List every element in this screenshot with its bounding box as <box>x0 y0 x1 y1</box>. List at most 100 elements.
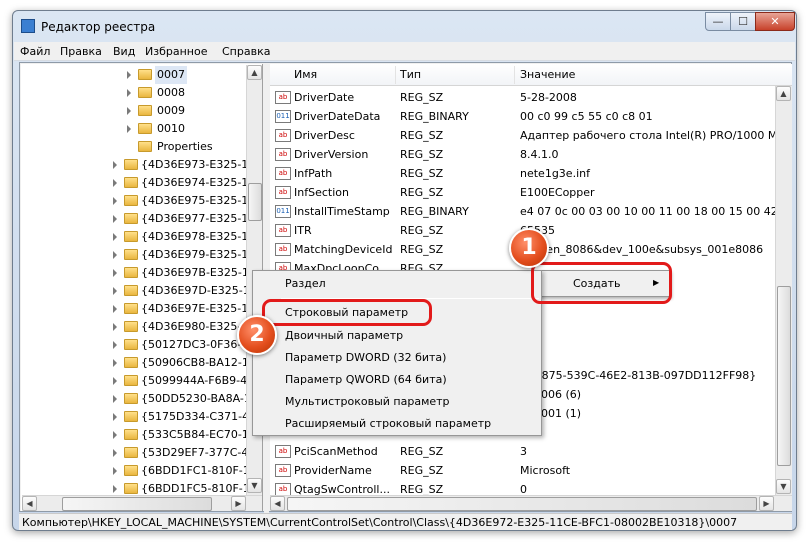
tree-item-class-key[interactable]: {4D36E979-E325-11C <box>21 246 262 264</box>
tree-item-0007[interactable]: 0007 <box>21 66 246 84</box>
list-horizontal-scrollbar[interactable]: ◀ ▶ <box>270 495 792 511</box>
scroll-right-icon[interactable]: ▶ <box>759 496 774 511</box>
tree-item-0010[interactable]: 0010 <box>21 120 246 138</box>
folder-icon <box>124 465 138 476</box>
list-vertical-scrollbar[interactable]: ▲ ▼ <box>775 86 792 496</box>
tree-item-class-key[interactable]: {4D36E973-E325-11C <box>21 156 262 174</box>
value-row[interactable]: 011 DriverDateData REG_BINARY 00 c0 99 c5 5… <box>270 107 775 126</box>
menu-help[interactable]: Справка <box>222 45 270 58</box>
value-row[interactable]: ab ProviderName REG_SZ Microsoft <box>270 461 775 480</box>
expand-arrow-icon[interactable] <box>113 485 117 493</box>
menu-edit[interactable]: Правка <box>60 45 102 58</box>
tree-item-class-key[interactable]: {4D36E974-E325-11C <box>21 174 262 192</box>
value-name: ITR <box>294 224 312 237</box>
tree-item-0008[interactable]: 0008 <box>21 84 246 102</box>
expand-arrow-icon[interactable] <box>127 89 131 97</box>
value-row[interactable]: 011 InstallTimeStamp REG_BINARY e4 07 0c 00… <box>270 202 792 221</box>
scroll-left-icon[interactable]: ◀ <box>22 496 37 511</box>
tree-item-properties[interactable]: Properties <box>21 138 246 156</box>
scroll-thumb[interactable] <box>287 497 757 511</box>
expand-arrow-icon[interactable] <box>113 341 117 349</box>
column-divider[interactable] <box>395 66 396 84</box>
folder-icon <box>124 213 138 224</box>
tree-item-class-key[interactable]: {6BDD1FC1-810F-11 <box>21 462 257 480</box>
expand-arrow-icon[interactable] <box>127 71 131 79</box>
menu-item-qword-value[interactable]: Параметр QWORD (64 бита) <box>253 370 541 390</box>
title-bar[interactable]: Редактор реестра — ☐ ✕ <box>13 11 796 41</box>
value-row[interactable]: ab InfSection REG_SZ E100ECopper <box>270 183 775 202</box>
expand-arrow-icon[interactable] <box>113 395 117 403</box>
expand-arrow-icon[interactable] <box>113 449 117 457</box>
scroll-up-icon[interactable]: ▲ <box>776 86 791 101</box>
column-name-header[interactable]: Имя <box>294 68 317 81</box>
menu-favorites[interactable]: Избранное <box>145 45 207 58</box>
tree-item-class-key[interactable]: {53D29EF7-377C-4D <box>21 444 257 462</box>
menu-view[interactable]: Вид <box>113 45 135 58</box>
tree-horizontal-scrollbar[interactable]: ◀ ▶ <box>22 495 262 511</box>
tree-item-class-key[interactable]: {4D36E978-E325-11C <box>21 228 262 246</box>
value-row[interactable]: ab PciScanMethod REG_SZ 3 <box>270 442 775 461</box>
expand-arrow-icon[interactable] <box>113 413 117 421</box>
tree-item-class-key[interactable]: {4D36E97D-E325-11C <box>21 282 262 300</box>
expand-arrow-icon[interactable] <box>113 233 117 241</box>
menu-item-binary-value[interactable]: Двоичный параметр <box>253 326 541 346</box>
tree-item-class-key[interactable]: {50906CB8-BA12-11 <box>21 354 256 372</box>
expand-arrow-icon[interactable] <box>113 179 117 187</box>
value-type: REG_SZ <box>400 167 444 180</box>
expand-arrow-icon[interactable] <box>113 359 117 367</box>
tree-item-class-key[interactable]: {4D36E975-E325-11C <box>21 192 262 210</box>
context-menu: Раздел Строковый параметр Двоичный парам… <box>252 270 542 436</box>
folder-icon <box>124 447 138 458</box>
expand-arrow-icon[interactable] <box>127 125 131 133</box>
tree-item-class-key[interactable]: {4D36E97B-E325-11C <box>21 264 262 282</box>
tree-item-class-key[interactable]: {4D36E97E-E325-11C <box>21 300 262 318</box>
expand-arrow-icon[interactable] <box>113 215 117 223</box>
expand-arrow-icon[interactable] <box>113 269 117 277</box>
menu-item-key[interactable]: Раздел <box>253 274 541 294</box>
expand-arrow-icon[interactable] <box>113 467 117 475</box>
menu-item-multistring-value[interactable]: Мультистроковый параметр <box>253 392 541 412</box>
expand-arrow-icon[interactable] <box>113 197 117 205</box>
scroll-down-icon[interactable]: ▼ <box>247 478 262 493</box>
value-row[interactable]: ab DriverVersion REG_SZ 8.4.1.0 <box>270 145 775 164</box>
scroll-down-icon[interactable]: ▼ <box>776 479 791 494</box>
menu-file[interactable]: Файл <box>20 45 50 58</box>
minimize-button[interactable]: — <box>705 12 731 31</box>
folder-icon <box>124 177 138 188</box>
scroll-thumb[interactable] <box>777 286 791 466</box>
tree-item-class-key[interactable]: {50DD5230-BA8A-11 <box>21 390 258 408</box>
menu-item-expandable-string-value[interactable]: Расширяемый строковый параметр <box>253 414 541 434</box>
expand-arrow-icon[interactable] <box>113 305 117 313</box>
value-row[interactable]: ab DriverDesc REG_SZ Адаптер рабочего стола… <box>270 126 784 145</box>
maximize-button[interactable]: ☐ <box>730 12 756 31</box>
value-row[interactable]: ab DriverDate REG_SZ 5-28-2008 <box>270 88 775 107</box>
scroll-up-icon[interactable]: ▲ <box>247 65 262 80</box>
expand-arrow-icon[interactable] <box>113 323 117 331</box>
tree-item-class-key[interactable]: {533C5B84-EC70-11E <box>21 426 262 444</box>
column-value-header[interactable]: Значение <box>520 68 575 81</box>
scroll-right-icon[interactable]: ▶ <box>231 496 246 511</box>
column-divider[interactable] <box>514 66 515 84</box>
tree-item-class-key[interactable]: {4D36E980-E325-11C <box>21 318 262 336</box>
close-button[interactable]: ✕ <box>755 12 795 31</box>
scroll-thumb[interactable] <box>62 497 212 511</box>
folder-icon <box>124 267 138 278</box>
scroll-left-icon[interactable]: ◀ <box>270 496 285 511</box>
value-row[interactable]: ab InfPath REG_SZ nete1g3e.inf <box>270 164 775 183</box>
tree-item-0009[interactable]: 0009 <box>21 102 246 120</box>
expand-arrow-icon[interactable] <box>113 161 117 169</box>
expand-arrow-icon[interactable] <box>113 431 117 439</box>
tree-item-class-key[interactable]: {4D36E977-E325-11C <box>21 210 262 228</box>
tree-item-class-key[interactable]: {5099944A-F6B9-405 <box>21 372 261 390</box>
tree-item-class-key[interactable]: {5175D334-C371-480 <box>21 408 262 426</box>
folder-icon <box>124 483 138 494</box>
column-type-header[interactable]: Тип <box>400 68 421 81</box>
expand-arrow-icon[interactable] <box>113 287 117 295</box>
expand-arrow-icon[interactable] <box>127 107 131 115</box>
expand-arrow-icon[interactable] <box>113 377 117 385</box>
tree-item-class-key[interactable]: {50127DC3-0F36-415 <box>21 336 262 354</box>
value-type: REG_SZ <box>400 243 444 256</box>
expand-arrow-icon[interactable] <box>113 251 117 259</box>
scroll-thumb[interactable] <box>248 183 262 221</box>
menu-item-dword-value[interactable]: Параметр DWORD (32 бита) <box>253 348 541 368</box>
